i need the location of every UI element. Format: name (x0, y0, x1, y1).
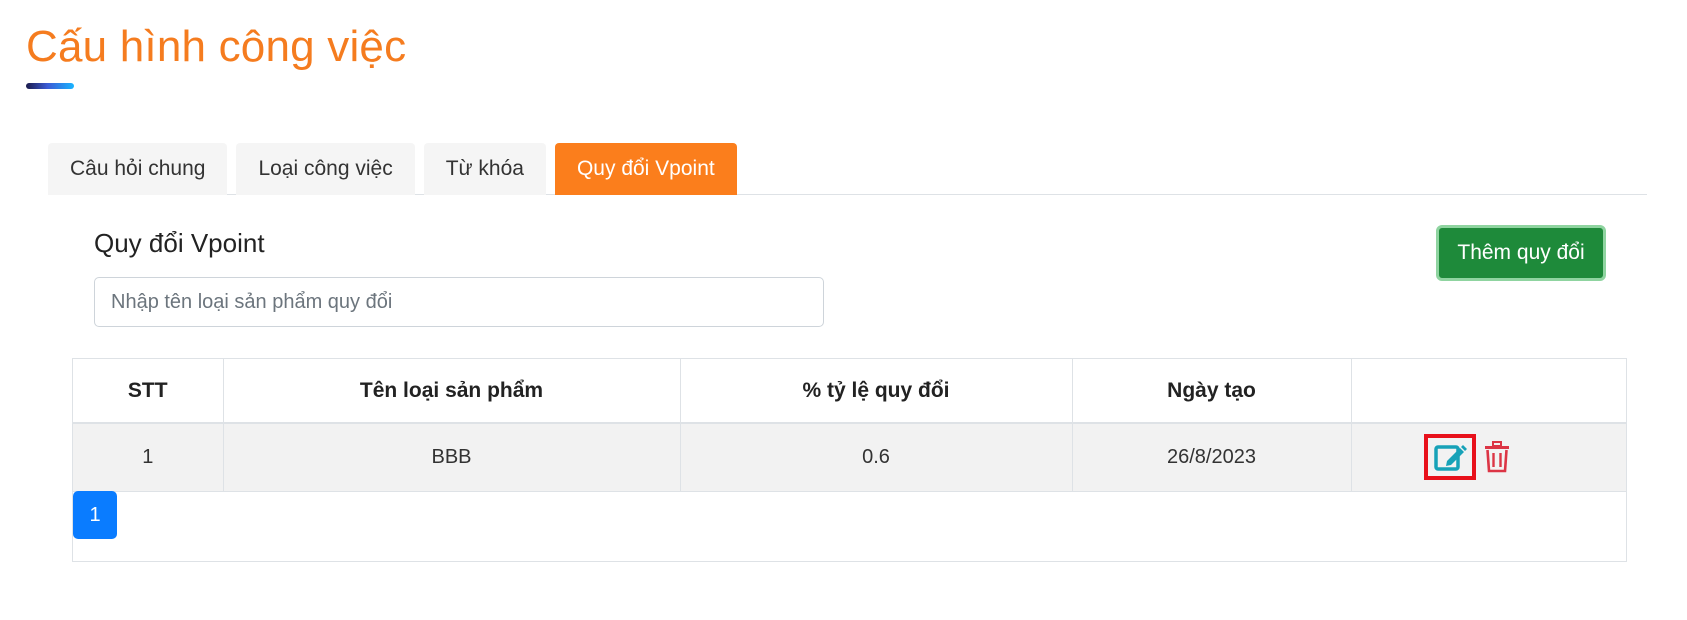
edit-button[interactable] (1423, 434, 1476, 481)
tab-vpoint-conversion[interactable]: Quy đổi Vpoint (554, 143, 737, 195)
header-actions (1351, 359, 1626, 424)
header-stt: STT (73, 359, 224, 424)
search-input[interactable] (94, 277, 824, 327)
header-created-date: Ngày tạo (1072, 359, 1352, 424)
edit-icon (1434, 445, 1467, 471)
trash-icon (1484, 441, 1509, 473)
tab-keywords[interactable]: Từ khóa (423, 143, 546, 195)
row-actions (1352, 434, 1627, 481)
title-underline (26, 83, 74, 89)
cell-actions (1351, 423, 1627, 492)
section-title: Quy đổi Vpoint (94, 228, 265, 258)
tab-bar: Câu hỏi chung Loại công việc Từ khóa Quy… (48, 143, 1647, 195)
cell-stt: 1 (73, 423, 224, 492)
tab-job-types[interactable]: Loại công việc (236, 143, 415, 195)
tab-general-questions[interactable]: Câu hỏi chung (48, 143, 228, 195)
cell-conversion-rate: 0.6 (680, 423, 1073, 492)
header-product-name: Tên loại sản phẩm (223, 359, 681, 424)
pagination-page-1[interactable]: 1 (73, 491, 117, 539)
table-row: 1 BBB 0.6 26/8/2023 (73, 423, 1627, 492)
table-header-row: STT Tên loại sản phẩm % tỷ lệ quy đổi Ng… (73, 359, 1626, 424)
page-title: Cấu hình công việc (26, 22, 407, 71)
cell-created-date: 26/8/2023 (1072, 423, 1352, 492)
conversion-table: STT Tên loại sản phẩm % tỷ lệ quy đổi Ng… (73, 359, 1626, 492)
delete-button[interactable] (1480, 437, 1514, 477)
header-conversion-rate: % tỷ lệ quy đổi (680, 359, 1073, 424)
cell-product-name: BBB (223, 423, 681, 492)
add-conversion-button[interactable]: Thêm quy đổi (1436, 225, 1606, 281)
conversion-table-container: STT Tên loại sản phẩm % tỷ lệ quy đổi Ng… (72, 358, 1627, 562)
